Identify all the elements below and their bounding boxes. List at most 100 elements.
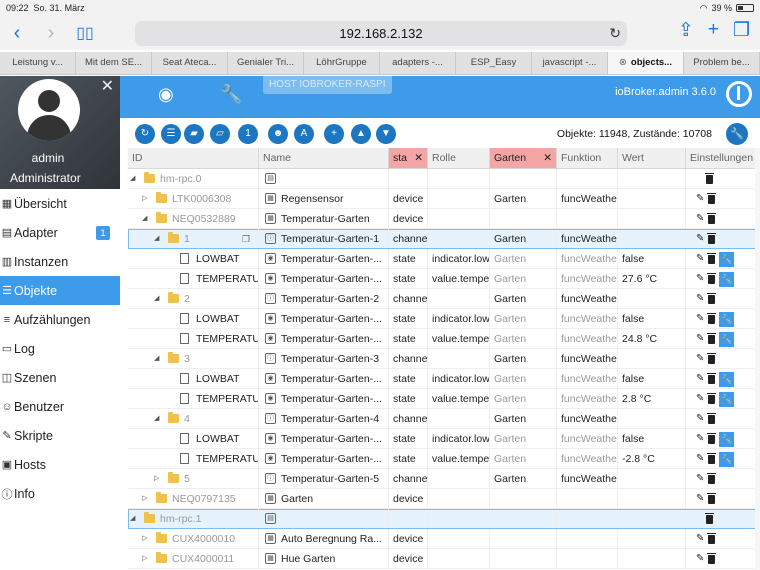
folder-collapse-button[interactable]: ▰ <box>184 124 204 144</box>
value-cell[interactable]: -2.8 °C <box>618 449 686 468</box>
browser-tab[interactable]: Seat Ateca... <box>152 52 228 74</box>
eye-icon[interactable]: ◉ <box>158 84 174 105</box>
browser-tab[interactable]: javascript -... <box>532 52 608 74</box>
edit-icon[interactable]: ✎ <box>696 409 704 428</box>
delete-icon[interactable] <box>707 412 717 424</box>
clear-filter-icon[interactable]: ✕ <box>543 148 552 168</box>
share-icon[interactable]: ⇪ <box>678 19 694 42</box>
edit-icon[interactable]: ✎ <box>696 189 704 208</box>
edit-icon[interactable]: ✎ <box>696 469 704 488</box>
bookmarks-icon[interactable]: ▯▯ <box>68 23 102 43</box>
value-cell[interactable]: false <box>618 369 686 388</box>
value-cell[interactable]: false <box>618 309 686 328</box>
delete-icon[interactable] <box>707 312 717 324</box>
tree-toggle-icon[interactable]: ◢ <box>154 409 159 428</box>
table-row[interactable]: ◢ 4 ⓘ Temperatur-Garten-4 channel Garten funcW… <box>128 409 760 429</box>
custom-settings-icon[interactable]: 🔧 <box>719 331 735 347</box>
reload-icon[interactable]: ↻ <box>609 21 621 46</box>
tree-toggle-icon[interactable]: ◢ <box>130 509 135 528</box>
close-icon[interactable]: ✕ <box>101 76 114 96</box>
delete-icon[interactable] <box>707 532 717 544</box>
value-cell[interactable] <box>618 209 686 228</box>
delete-icon[interactable] <box>704 512 714 524</box>
browser-tab[interactable]: ⊗ objects... <box>608 52 684 74</box>
user-button[interactable]: ☻ <box>268 124 288 144</box>
table-row[interactable]: LOWBAT ◉ Temperatur-Garten-... state indicat… <box>128 249 760 269</box>
edit-icon[interactable]: ✎ <box>696 389 704 408</box>
browser-tab[interactable]: Leistung v... <box>0 52 76 74</box>
tree-toggle-icon[interactable]: ▷ <box>142 489 147 508</box>
tree-toggle-icon[interactable]: ◢ <box>130 169 135 188</box>
tree-toggle-icon[interactable]: ▷ <box>142 529 147 548</box>
delete-icon[interactable] <box>707 352 717 364</box>
forward-button[interactable]: › <box>34 22 68 45</box>
delete-icon[interactable] <box>707 252 717 264</box>
close-tab-icon[interactable]: ⊗ <box>619 57 627 68</box>
settings-wrench-button[interactable]: 🔧 <box>726 123 748 145</box>
table-row[interactable]: TEMPERATURE ◉ Temperatur-Garten-... stateva… <box>128 449 760 469</box>
add-button[interactable]: + <box>324 124 344 144</box>
column-header-7[interactable]: Einstellungen <box>686 148 760 168</box>
browser-tab[interactable]: adapters -... <box>380 52 456 74</box>
value-cell[interactable] <box>618 549 686 568</box>
column-header-2[interactable]: sta ✕ <box>389 148 428 168</box>
delete-icon[interactable] <box>707 492 717 504</box>
delete-icon[interactable] <box>707 192 717 204</box>
table-row[interactable]: TEMPERATURE ◉ Temperatur-Garten-... stateva… <box>128 329 760 349</box>
edit-icon[interactable]: ✎ <box>696 369 704 388</box>
tabs-overview-icon[interactable]: ❐ <box>733 19 750 42</box>
sidebar-item-log[interactable]: ▭ Log <box>0 334 120 363</box>
delete-icon[interactable] <box>707 552 717 564</box>
delete-icon[interactable] <box>707 452 717 464</box>
custom-settings-icon[interactable]: 🔧 <box>719 451 735 467</box>
value-cell[interactable] <box>618 189 686 208</box>
browser-tab[interactable]: Genialer Tri... <box>228 52 304 74</box>
edit-icon[interactable]: ✎ <box>696 429 704 448</box>
edit-icon[interactable]: ✎ <box>696 309 704 328</box>
sidebar-item-instances[interactable]: ▥ Instanzen <box>0 247 120 276</box>
value-cell[interactable] <box>618 469 686 488</box>
edit-icon[interactable]: ✎ <box>696 549 704 568</box>
delete-icon[interactable] <box>707 392 717 404</box>
value-cell[interactable]: false <box>618 429 686 448</box>
sidebar-item-adapter[interactable]: ▤ Adapter 1 <box>0 218 120 247</box>
value-cell[interactable] <box>618 229 686 248</box>
edit-icon[interactable]: ✎ <box>696 449 704 468</box>
tree-toggle-icon[interactable]: ◢ <box>154 229 159 248</box>
new-tab-icon[interactable]: + <box>708 19 719 42</box>
edit-icon[interactable]: ✎ <box>696 529 704 548</box>
delete-icon[interactable] <box>707 232 717 244</box>
custom-settings-icon[interactable]: 🔧 <box>719 311 735 327</box>
tree-toggle-icon[interactable]: ◢ <box>154 289 159 308</box>
custom-settings-icon[interactable]: 🔧 <box>719 271 735 287</box>
table-row[interactable]: ◢ hm-rpc.0 ▤ <box>128 169 760 189</box>
table-row[interactable]: ▷ CUX4000011 ▦ Hue Garten device ✎ <box>128 549 760 569</box>
custom-settings-icon[interactable]: 🔧 <box>719 391 735 407</box>
sidebar-item-hosts[interactable]: ▣ Hosts <box>0 450 120 479</box>
value-cell[interactable]: 24.8 °C <box>618 329 686 348</box>
download-button[interactable]: ▼ <box>376 124 396 144</box>
edit-icon[interactable]: ✎ <box>696 209 704 228</box>
browser-tab[interactable]: Problem be... <box>684 52 760 74</box>
copy-icon[interactable]: ❐ <box>242 229 250 248</box>
column-header-6[interactable]: Wert <box>618 148 686 168</box>
column-header-0[interactable]: ID <box>128 148 259 168</box>
edit-icon[interactable]: ✎ <box>696 249 704 268</box>
tree-toggle-icon[interactable]: ◢ <box>142 209 147 228</box>
edit-icon[interactable]: ✎ <box>696 349 704 368</box>
custom-settings-icon[interactable]: 🔧 <box>719 371 735 387</box>
delete-icon[interactable] <box>707 432 717 444</box>
value-cell[interactable]: 2.8 °C <box>618 389 686 408</box>
edit-icon[interactable]: ✎ <box>696 229 704 248</box>
refresh-button[interactable]: ↻ <box>135 124 155 144</box>
tree-toggle-icon[interactable]: ▷ <box>154 469 159 488</box>
table-row[interactable]: ◢ 1 ❐ ⓘ Temperatur-Garten-1 channel Garten func… <box>128 229 760 249</box>
table-row[interactable]: LOWBAT ◉ Temperatur-Garten-... state indicat… <box>128 369 760 389</box>
table-row[interactable]: ▷ NEQ0797135 ▦ Garten device ✎ <box>128 489 760 509</box>
column-header-3[interactable]: Rolle <box>428 148 490 168</box>
sidebar-item-users[interactable]: ☺ Benutzer <box>0 392 120 421</box>
tree-toggle-icon[interactable]: ▷ <box>142 549 147 568</box>
edit-icon[interactable]: ✎ <box>696 329 704 348</box>
delete-icon[interactable] <box>707 472 717 484</box>
browser-tab[interactable]: LöhrGruppe <box>304 52 380 74</box>
